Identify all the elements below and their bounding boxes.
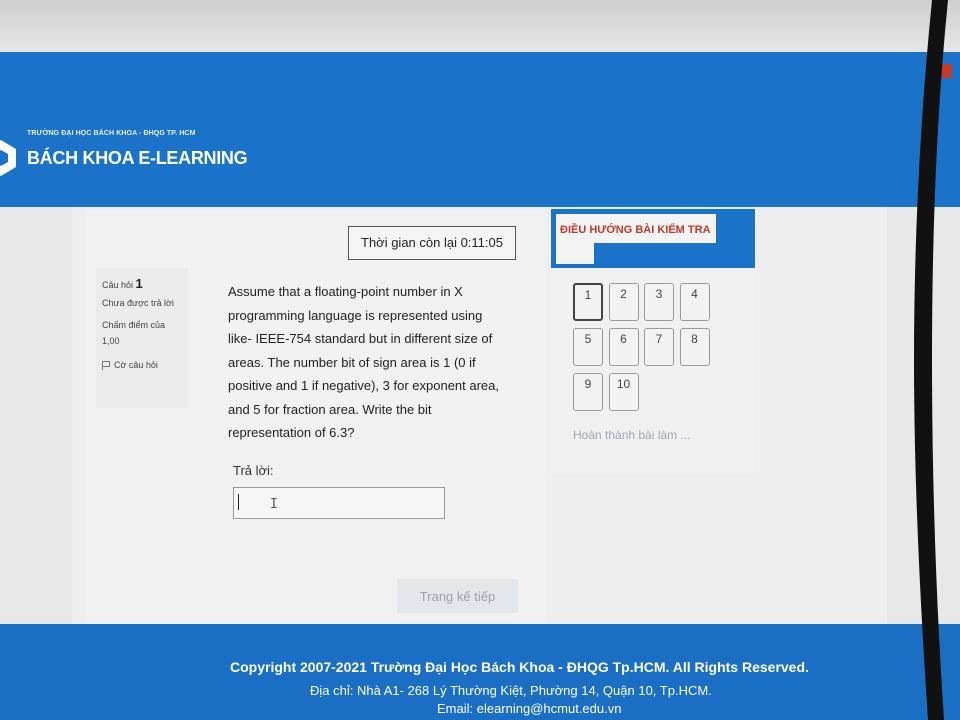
flag-question-label: Cờ câu hỏi xyxy=(114,360,158,370)
quiz-nav-question-2[interactable]: 2 xyxy=(608,283,639,321)
question-number-row: Câu hỏi 1 xyxy=(102,276,182,293)
quiz-nav-question-6[interactable]: 6 xyxy=(608,328,639,366)
message-icon[interactable] xyxy=(942,64,952,78)
notification-icon[interactable] xyxy=(928,64,938,78)
browser-top-strip xyxy=(0,0,960,52)
quiz-nav-question-5[interactable]: 5 xyxy=(573,328,603,366)
quiz-nav-question-7[interactable]: 7 xyxy=(644,328,674,366)
quiz-nav-question-8[interactable]: 8 xyxy=(679,328,710,366)
flag-question-button[interactable]: Cờ câu hỏi xyxy=(102,357,182,373)
time-remaining: Thời gian còn lại 0:11:05 xyxy=(348,226,516,260)
next-page-button[interactable]: Trang kế tiếp xyxy=(397,579,518,613)
quiz-nav-question-1[interactable]: 1 xyxy=(573,283,603,321)
site-title[interactable]: BÁCH KHOA E-LEARNING xyxy=(27,148,248,169)
footer-email[interactable]: Email: elearning@hcmut.edu.vn xyxy=(437,701,621,716)
question-info: Câu hỏi 1 Chưa được trả lời Chấm điểm củ… xyxy=(96,268,188,408)
question-text: Assume that a floating-point number in X… xyxy=(228,284,500,440)
site-subtitle: TRƯỜNG ĐẠI HỌC BÁCH KHOA - ĐHQG TP. HCM xyxy=(27,130,196,137)
quiz-navigation-header-accent xyxy=(594,243,716,265)
answer-label: Trả lời: xyxy=(233,463,274,478)
question-status: Chưa được trả lời xyxy=(102,298,174,308)
answer-input[interactable] xyxy=(233,487,445,519)
question-number-label: Câu hỏi xyxy=(102,280,134,290)
header-icons[interactable] xyxy=(928,64,960,80)
quiz-nav-question-9[interactable]: 9 xyxy=(573,373,603,411)
quiz-navigation-title: ĐIỀU HƯỚNG BÀI KIỂM TRA xyxy=(560,224,711,236)
quiz-nav-question-3[interactable]: 3 xyxy=(644,283,674,321)
footer-copyright: Copyright 2007-2021 Trường Đại Học Bách … xyxy=(230,659,809,675)
question-grade: Chấm điểm của 1,00 xyxy=(102,320,166,346)
quiz-nav-question-10[interactable]: 10 xyxy=(608,373,639,411)
mouse-ibeam-cursor-icon: I xyxy=(270,497,278,512)
finish-attempt-link[interactable]: Hoàn thành bài làm ... xyxy=(573,428,690,442)
flag-icon xyxy=(102,360,110,370)
quiz-nav-question-4[interactable]: 4 xyxy=(679,283,710,321)
question-number: 1 xyxy=(135,276,143,291)
footer-address: Địa chỉ: Nhà A1- 268 Lý Thường Kiệt, Phư… xyxy=(310,683,712,698)
text-caret xyxy=(238,494,239,510)
